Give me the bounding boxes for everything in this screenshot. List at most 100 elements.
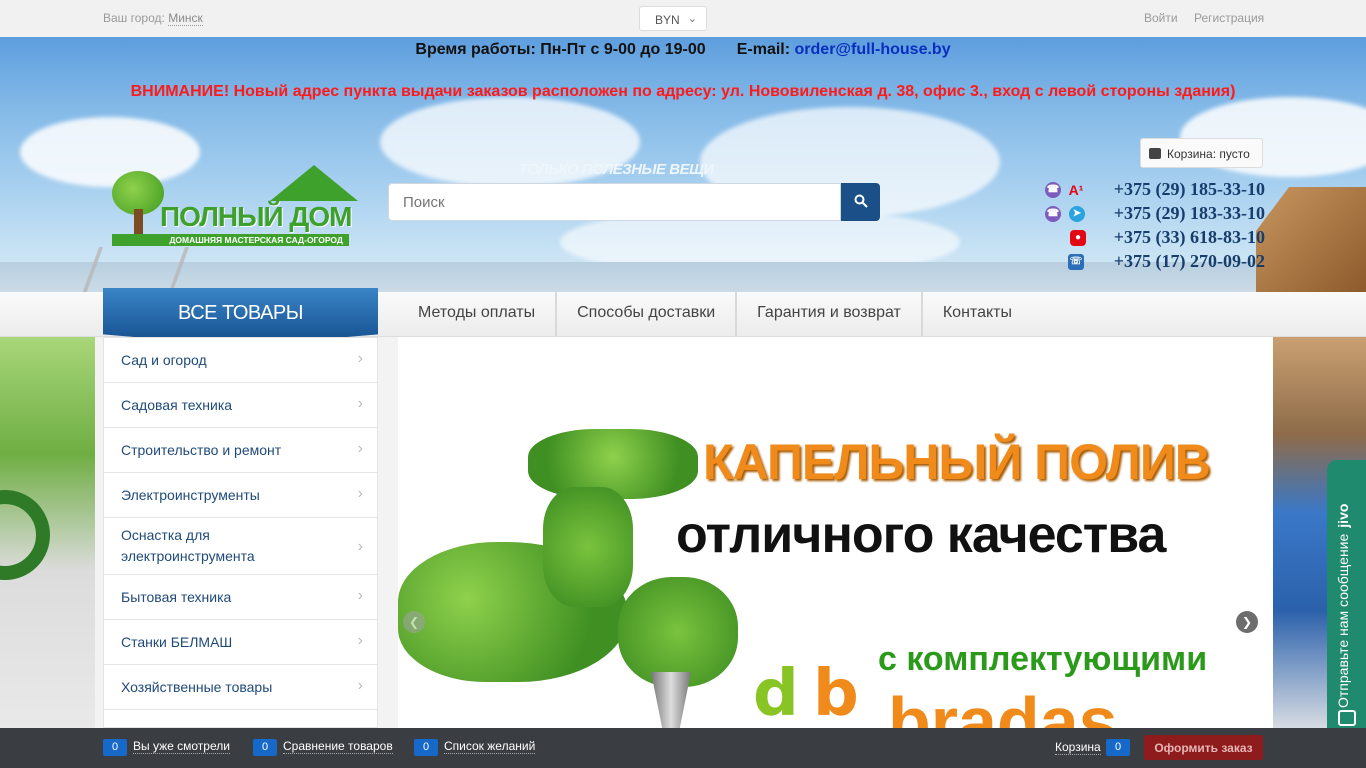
grass-faucet-spout xyxy=(618,577,738,687)
viewed-count: 0 xyxy=(103,739,127,756)
chevron-right-icon: › xyxy=(357,632,363,649)
faucet-pipe xyxy=(651,672,691,728)
category-item[interactable]: Садовая техника › xyxy=(104,383,377,428)
category-label: Строительство и ремонт xyxy=(121,442,282,458)
slider-prev-button[interactable]: ❮ xyxy=(403,611,425,633)
work-hours: Время работы: Пн-Пт с 9-00 до 19-00 E-ma… xyxy=(0,41,1366,59)
checkout-button[interactable]: Оформить заказ xyxy=(1144,735,1263,760)
category-item[interactable]: Сад и огород › xyxy=(104,338,377,383)
mts-icon: ● xyxy=(1070,230,1086,246)
category-item[interactable]: Бытовая техника › xyxy=(104,575,377,620)
currency-value: BYN xyxy=(655,13,680,27)
search-form xyxy=(388,183,880,221)
phone-number[interactable]: +375 (29) 185-33-10 xyxy=(1114,179,1265,199)
register-link[interactable]: Регистрация xyxy=(1194,11,1264,25)
phone-row: ☎ ➤ +375 (29) 183-33-10 xyxy=(1030,203,1265,227)
db-brand-logo: d b xyxy=(753,657,873,728)
chat-icon xyxy=(1338,710,1356,726)
telegram-icon: ➤ xyxy=(1069,206,1085,222)
grass-faucet-neck xyxy=(543,487,633,607)
search-icon xyxy=(854,194,868,208)
chevron-right-icon: › xyxy=(357,538,363,555)
basket-count: 0 xyxy=(1106,739,1130,756)
chevron-right-icon: › xyxy=(357,485,363,502)
category-label: Бытовая техника xyxy=(121,589,232,605)
header: Время работы: Пн-Пт с 9-00 до 19-00 E-ma… xyxy=(0,37,1366,292)
category-label: Садовая техника xyxy=(121,397,233,413)
logo-name: ПОЛНЫЙ ДОМ xyxy=(160,201,352,232)
viber-icon: ☎ xyxy=(1045,182,1061,198)
phone-number[interactable]: +375 (29) 183-33-10 xyxy=(1114,203,1265,223)
wishlist-label: Список желаний xyxy=(444,739,536,754)
category-label: Оснастка для электроинструмента xyxy=(121,527,255,564)
category-item[interactable]: Электроинструменты › xyxy=(104,473,377,518)
wishlist-count: 0 xyxy=(414,739,438,756)
category-label: Хозяйственные товары xyxy=(121,679,273,695)
menu-item-payment[interactable]: Методы оплаты xyxy=(398,292,558,337)
menu-item-warranty[interactable]: Гарантия и возврат xyxy=(737,292,923,337)
grass-faucet-handle xyxy=(528,429,698,499)
banner-title: КАПЕЛЬНЫЙ ПОЛИВ xyxy=(703,434,1211,490)
phone-number[interactable]: +375 (33) 618-83-10 xyxy=(1114,227,1265,247)
viewed-label: Вы уже смотрели xyxy=(133,739,230,754)
phone-number[interactable]: +375 (17) 270-09-02 xyxy=(1114,251,1265,271)
banner-subtitle: отличного качества xyxy=(676,506,1166,564)
menu-item-contacts[interactable]: Контакты xyxy=(923,292,1032,337)
category-item[interactable]: › xyxy=(104,710,377,728)
banner-tagline: с комплектующими xyxy=(878,640,1208,678)
viewed-products-link[interactable]: 0 Вы уже смотрели xyxy=(103,739,230,756)
city-link[interactable]: Минск xyxy=(168,11,203,26)
a1-icon: A¹ xyxy=(1068,182,1084,198)
category-item[interactable]: Оснастка для электроинструмента › xyxy=(104,518,377,575)
cart-icon xyxy=(1149,148,1161,159)
jivo-logo: jivo xyxy=(1335,503,1351,528)
basket-link[interactable]: Корзина xyxy=(1055,740,1101,755)
attention-notice: ВНИМАНИЕ! Новый адрес пункта выдачи зака… xyxy=(130,83,1236,100)
db-logo-b: b xyxy=(813,657,859,728)
bottom-bar: 0 Вы уже смотрели 0 Сравнение товаров 0 Спи… xyxy=(0,728,1366,768)
email-link[interactable]: order@full-house.by xyxy=(795,41,951,58)
wishlist-link[interactable]: 0 Список желаний xyxy=(414,739,536,756)
chevron-right-icon: › xyxy=(357,677,363,694)
compare-label: Сравнение товаров xyxy=(283,739,393,754)
slider-next-button[interactable]: ❯ xyxy=(1236,611,1258,633)
jivo-label: Отправьте нам сообщение jivo xyxy=(1335,468,1351,708)
currency-select[interactable]: BYN ⌄ xyxy=(639,6,707,31)
phone-row: ☎ A¹ +375 (29) 185-33-10 xyxy=(1030,179,1265,203)
login-link[interactable]: Войти xyxy=(1144,11,1178,25)
house-image xyxy=(1256,187,1366,292)
category-item[interactable]: Строительство и ремонт › xyxy=(104,428,377,473)
city-label: Ваш город: xyxy=(103,11,165,25)
slogan: ТОЛЬКО ПОЛЕЗНЫЕ ВЕЩИ xyxy=(519,161,714,178)
cart-status: Корзина: пусто xyxy=(1167,147,1250,161)
category-item[interactable]: Хозяйственные товары › xyxy=(104,665,377,710)
search-button[interactable] xyxy=(841,183,880,221)
bradas-logo: bradas xyxy=(888,683,1118,728)
house-roof-icon xyxy=(270,165,358,201)
category-label: Станки БЕЛМАШ xyxy=(121,634,233,650)
ladder-image xyxy=(80,247,190,292)
chevron-down-icon: ⌄ xyxy=(687,13,697,25)
category-label: Электроинструменты xyxy=(121,487,260,503)
menu-item-delivery[interactable]: Способы доставки xyxy=(557,292,738,337)
phone-list: ☎ A¹ +375 (29) 185-33-10 ☎ ➤ +375 (29) 1… xyxy=(1030,179,1265,275)
chevron-right-icon: › xyxy=(357,395,363,412)
viber-icon: ☎ xyxy=(1045,206,1061,222)
logo-tagline: ДОМАШНЯЯ МАСТЕРСКАЯ САД-ОГОРОД xyxy=(112,234,349,246)
jivo-chat-widget[interactable]: Отправьте нам сообщение jivo xyxy=(1327,460,1366,748)
category-item[interactable]: Станки БЕЛМАШ › xyxy=(104,620,377,665)
chevron-right-icon: › xyxy=(357,440,363,457)
main-menu: Методы оплаты Способы доставки Гарантия … xyxy=(398,292,1032,337)
site-logo[interactable]: ПОЛНЫЙ ДОМ ДОМАШНЯЯ МАСТЕРСКАЯ САД-ОГОРО… xyxy=(110,165,358,249)
work-hours-text: Время работы: Пн-Пт с 9-00 до 19-00 xyxy=(415,41,706,58)
phone-row: ● +375 (33) 618-83-10 xyxy=(1030,227,1265,251)
city-selector: Ваш город: Минск xyxy=(103,11,203,26)
search-input[interactable] xyxy=(388,183,841,221)
chevron-right-icon: › xyxy=(357,350,363,367)
promo-slider[interactable]: КАПЕЛЬНЫЙ ПОЛИВ отличного качества с ком… xyxy=(398,337,1273,728)
cart-button[interactable]: Корзина: пусто xyxy=(1140,138,1263,168)
category-list: Сад и огород › Садовая техника › Строитель… xyxy=(103,337,378,728)
compare-products-link[interactable]: 0 Сравнение товаров xyxy=(253,739,393,756)
compare-count: 0 xyxy=(253,739,277,756)
email-label: E-mail: xyxy=(736,41,791,58)
